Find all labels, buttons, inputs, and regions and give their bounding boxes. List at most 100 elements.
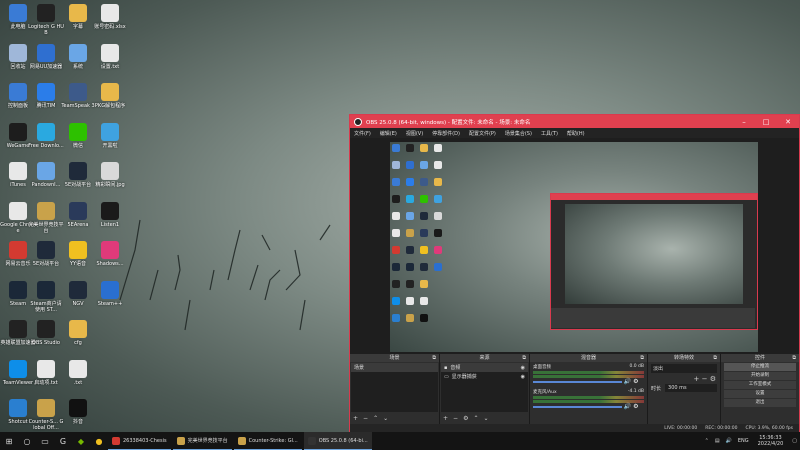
menu-tools[interactable]: 工具(T) [541, 130, 558, 137]
undock-icon[interactable]: ⧉ [522, 354, 526, 362]
eye-icon[interactable]: ◉ [521, 374, 525, 380]
menu-scene-collection[interactable]: 场景集合(S) [505, 130, 532, 137]
source-item[interactable]: ▭ 显示器捕获 ◉ [441, 372, 528, 381]
obs-preview[interactable] [350, 138, 799, 359]
volume-icon[interactable]: 🔊 [726, 438, 732, 444]
desktop-shortcut[interactable]: 5EArena [60, 201, 96, 228]
desktop-shortcut[interactable]: 腾讯TIM [28, 83, 64, 109]
desktop-shortcut[interactable]: TeamSpeak 3 [60, 83, 96, 109]
remove-icon[interactable]: − [453, 415, 458, 422]
gear-icon[interactable]: ⚙ [463, 415, 468, 422]
logitech-icon [37, 4, 55, 22]
gear-icon[interactable]: ⚙ [633, 403, 638, 410]
tray-overflow-icon[interactable]: ⌃ [705, 438, 709, 444]
task-view-icon[interactable]: ▭ [36, 432, 54, 450]
maximize-icon[interactable]: □ [755, 118, 777, 126]
taskbar-app-button[interactable]: 26338403-Chesis [108, 432, 171, 450]
nvidia-icon[interactable]: ◆ [72, 432, 90, 450]
desktop-shortcut[interactable]: 精彩瞬间.jpg [92, 162, 128, 188]
volume-slider[interactable] [533, 406, 622, 408]
desktop-shortcut[interactable]: 系统 [60, 43, 96, 70]
speaker-icon[interactable]: 🔊 [624, 403, 631, 410]
scene-item[interactable]: 场景 [351, 363, 438, 372]
desktop-shortcut[interactable]: 开黑啦 [92, 122, 128, 149]
network-icon[interactable]: ▤ [715, 438, 720, 444]
desktop-shortcut[interactable]: cfg [60, 320, 96, 346]
desktop-shortcut[interactable]: PandownI... [28, 162, 64, 188]
transitions-dock-title: 转场特效 [673, 355, 694, 361]
chrome-icon[interactable]: ● [90, 432, 108, 450]
desktop-shortcut[interactable]: Steam++ [92, 280, 128, 307]
duration-input[interactable]: 300 ms [665, 384, 717, 392]
menu-docks[interactable]: 停靠部件(D) [432, 130, 460, 137]
taskbar-app-button[interactable]: 完美世界竞技平台 [172, 432, 232, 450]
desktop-shortcut[interactable]: 账号密码.xlsx [92, 4, 128, 30]
move-up-icon[interactable]: ⌃ [473, 415, 478, 422]
menu-edit[interactable]: 编辑(E) [380, 130, 397, 137]
free-download-icon [406, 195, 414, 203]
menu-view[interactable]: 视图(V) [406, 130, 423, 137]
language-indicator[interactable]: ENG [738, 438, 749, 444]
desktop-shortcut[interactable]: Steam商户请使用 ST... [28, 280, 64, 313]
logitech-icon[interactable]: G [54, 432, 72, 450]
desktop-shortcut[interactable]: .txt [60, 359, 96, 386]
move-down-icon[interactable]: ⌄ [483, 415, 488, 422]
add-icon[interactable]: + [353, 415, 358, 422]
desktop-shortcut[interactable]: Logitech G HUB [28, 4, 64, 36]
windows-start-icon[interactable]: ⊞ [0, 432, 18, 450]
volume-slider[interactable] [533, 381, 622, 383]
transition-select[interactable]: 淡出 [651, 364, 717, 373]
undock-icon[interactable]: ⧉ [792, 354, 796, 362]
desktop-shortcut[interactable]: 5E对战平台 [60, 162, 96, 188]
desktop-shortcut[interactable]: 启动项.txt [28, 359, 64, 386]
undock-icon[interactable]: ⧉ [640, 354, 644, 362]
desktop-shortcut[interactable]: 微信 [60, 122, 96, 149]
clock[interactable]: 15:36:33 2022/4/20 [758, 435, 784, 447]
desktop-shortcut[interactable]: 字幕 [60, 4, 96, 30]
desktop-shortcut[interactable]: 设置.txt [92, 43, 128, 70]
taskbar-app-button[interactable]: OBS 25.0.8 (64-bi... [303, 432, 372, 450]
gear-icon[interactable]: ⚙ [633, 378, 638, 385]
undock-icon[interactable]: ⧉ [713, 354, 717, 362]
desktop-shortcut[interactable]: Listen1 [92, 201, 128, 228]
studio-mode-button[interactable]: 工作室模式 [724, 381, 796, 389]
move-up-icon[interactable]: ⌃ [373, 415, 378, 422]
eye-icon[interactable]: ◉ [521, 365, 525, 371]
exit-button[interactable]: 退出 [724, 399, 796, 407]
notification-icon[interactable]: ▢ [792, 438, 797, 444]
preview-nested-obs [550, 193, 758, 330]
minimize-icon[interactable]: – [733, 118, 755, 126]
menu-file[interactable]: 文件(F) [354, 130, 371, 137]
obs-window[interactable]: OBS 25.0.8 (64-bit, windows) - 配置文件: 未命名… [349, 114, 800, 434]
taskbar-app-button[interactable]: Counter-Strike: Gl... [233, 432, 302, 450]
source-item[interactable]: ▪ 音频 ◉ [441, 363, 528, 372]
desktop-shortcut[interactable]: Free Downlo... [28, 122, 64, 149]
remove-icon[interactable]: − [363, 415, 368, 422]
desktop-shortcut[interactable]: 网易UU加速器 [28, 43, 64, 70]
desktop-shortcut[interactable]: OBS Studio [28, 320, 64, 346]
desktop-shortcut[interactable]: PKG解包程序 [92, 83, 128, 109]
desktop-shortcut[interactable]: 抖音 [60, 399, 96, 425]
listen1-icon [434, 229, 442, 237]
menu-profile[interactable]: 配置文件(P) [469, 130, 496, 137]
desktop-shortcut[interactable]: 完美世界竞技平台 [28, 201, 64, 234]
desktop-shortcut[interactable]: Counter-S... Global Off... [28, 399, 64, 431]
speaker-icon[interactable]: 🔊 [624, 378, 631, 385]
search-icon[interactable]: ○ [18, 432, 36, 450]
move-down-icon[interactable]: ⌄ [383, 415, 388, 422]
desktop-shortcut[interactable]: NGV [60, 280, 96, 307]
stop-streaming-button[interactable]: 停止推流 [724, 363, 796, 371]
remove-icon[interactable]: − [702, 375, 708, 383]
desktop-shortcut[interactable]: YY语音 [60, 241, 96, 267]
desktop-shortcut[interactable]: 5E对战平台 [28, 241, 64, 267]
start-recording-button[interactable]: 开始录制 [724, 372, 796, 380]
undock-icon[interactable]: ⧉ [432, 354, 436, 362]
desktop-shortcut[interactable]: Shadows... [92, 241, 128, 267]
settings-button[interactable]: 设置 [724, 390, 796, 398]
add-icon[interactable]: + [443, 415, 448, 422]
obs-titlebar[interactable]: OBS 25.0.8 (64-bit, windows) - 配置文件: 未命名… [350, 115, 799, 128]
close-icon[interactable]: ✕ [777, 118, 799, 126]
menu-help[interactable]: 帮助(H) [567, 130, 585, 137]
add-icon[interactable]: + [694, 375, 700, 383]
gear-icon[interactable]: ⚙ [710, 375, 716, 383]
